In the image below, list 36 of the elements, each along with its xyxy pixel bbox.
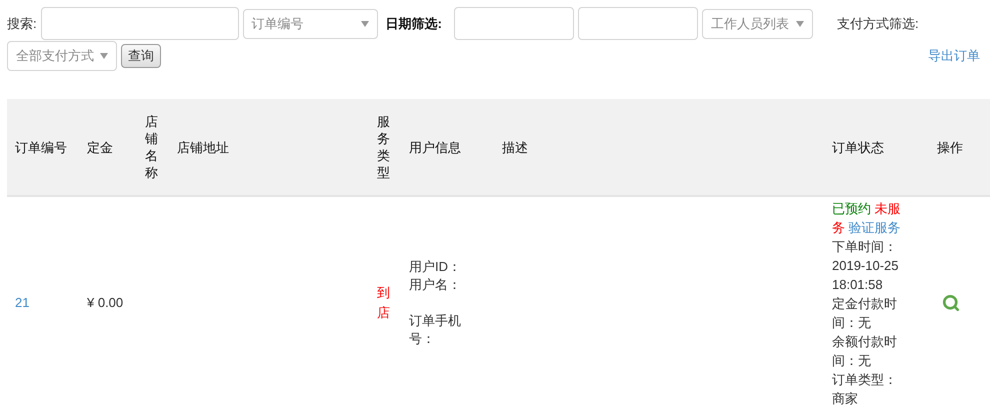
user-info-line: 用户ID： — [409, 258, 462, 276]
query-button[interactable]: 查询 — [121, 44, 161, 68]
caret-icon — [100, 53, 108, 59]
caret-icon — [796, 20, 804, 26]
column-header: 店铺地址 — [169, 99, 369, 196]
user-info-line: 用户名： — [409, 276, 462, 294]
search-field[interactable] — [40, 7, 239, 40]
search-type-select[interactable]: 订单编号 — [242, 8, 378, 38]
column-header: 订单编号 — [7, 99, 79, 196]
verify-service-link[interactable]: 验证服务 — [848, 220, 901, 234]
date-to-field[interactable] — [578, 7, 698, 40]
order-detail-line: 下单时间：2019-10-25 18:01:58 — [832, 238, 900, 294]
deposit-cell: ¥ 0.00 — [79, 196, 137, 409]
order-detail-line: 订单类型：商家 — [832, 370, 898, 408]
column-header: 定金 — [79, 99, 137, 196]
column-header: 店铺名称 — [137, 99, 169, 196]
service-type-cell: 到店 — [369, 196, 401, 409]
search-label: 搜索: — [7, 14, 37, 33]
caret-icon — [360, 20, 369, 26]
search-icon[interactable] — [942, 294, 960, 312]
column-header: 描述 — [494, 99, 824, 196]
order-detail-line: 定金付款时间：无 — [832, 294, 898, 332]
column-header: 操作 — [929, 99, 990, 196]
order-detail-line: 余额付款时间：无 — [832, 332, 898, 370]
export-orders-link[interactable]: 导出订单 — [928, 46, 980, 66]
payment-select[interactable]: 全部支付方式 — [7, 41, 117, 71]
date-filter-label: 日期筛选: — [386, 14, 442, 33]
order-number-cell: 21 — [7, 196, 79, 409]
column-header: 用户信息 — [401, 99, 494, 196]
user-phone-line: 订单手机号： — [409, 312, 462, 348]
column-header: 服务类型 — [369, 99, 401, 196]
order-status-text: 已预约 未服务 验证服务 — [832, 200, 902, 236]
column-header: 订单状态 — [824, 99, 929, 196]
date-from-field[interactable] — [454, 7, 574, 40]
staff-select[interactable]: 工作人员列表 — [702, 8, 813, 38]
payment-filter-label: 支付方式筛选: — [836, 14, 919, 33]
